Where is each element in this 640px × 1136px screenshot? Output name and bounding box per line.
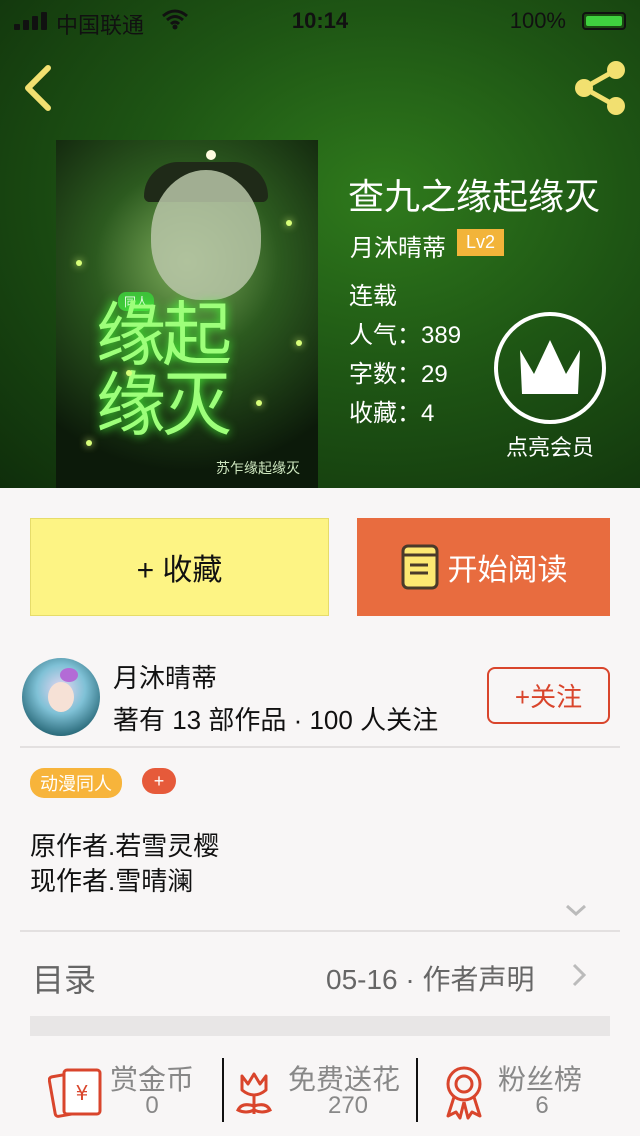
section-separator (30, 1016, 610, 1036)
book-title: 查九之缘起缘灭 (348, 176, 601, 217)
book-author[interactable]: 月沐晴蒂 (350, 228, 446, 263)
fans-ranking-button[interactable]: 粉丝榜 6 (440, 1058, 610, 1126)
reward-value: 0 (145, 1092, 159, 1119)
back-button[interactable] (18, 62, 62, 114)
favorites-value: 4 (421, 400, 435, 427)
book-favorites: 收藏：4 (349, 393, 434, 428)
book-word-count: 字数：29 (349, 354, 448, 389)
start-reading-button[interactable]: 开始阅读 (357, 518, 610, 616)
vip-button[interactable] (494, 312, 606, 424)
catalog-label[interactable]: 目录 (32, 955, 96, 1001)
author-level-badge: Lv2 (457, 229, 505, 256)
genre-tag[interactable]: 动漫同人 (30, 768, 122, 798)
flower-value: 270 (327, 1092, 369, 1119)
author-name[interactable]: 月沐晴蒂 (113, 658, 217, 695)
author-avatar[interactable] (22, 658, 100, 736)
flower-icon (235, 1072, 273, 1114)
collect-label: + 收藏 (136, 554, 223, 587)
battery-percent: 100% (509, 8, 566, 33)
follow-label: +关注 (514, 682, 583, 712)
book-status: 连载 (349, 283, 397, 310)
add-tag-button[interactable]: + (142, 768, 176, 794)
catalog-latest-chapter[interactable]: 05-16 · 作者声明 (326, 958, 535, 998)
send-flower-button[interactable]: 免费送花 270 (232, 1058, 412, 1126)
chevron-left-icon (25, 65, 51, 111)
favorites-label: 收藏： (349, 400, 421, 427)
crown-icon (520, 340, 580, 394)
divider (222, 1058, 224, 1122)
read-label: 开始阅读 (447, 554, 568, 587)
reward-coins-button[interactable]: ¥ 赏金币 0 (48, 1058, 218, 1126)
cover-title-art: 缘起 缘灭 (96, 294, 232, 446)
red-envelope-icon: ¥ (48, 1068, 102, 1118)
collect-button[interactable]: + 收藏 (30, 518, 329, 616)
author-stats: 著有 13 部作品 · 100 人关注 (113, 705, 439, 735)
fans-value: 6 (535, 1092, 549, 1119)
book-icon (401, 544, 438, 590)
popularity-value: 389 (421, 322, 462, 349)
book-popularity: 人气：389 (349, 315, 461, 350)
share-icon (575, 61, 625, 115)
award-ribbon-icon (446, 1066, 482, 1120)
popularity-label: 人气： (349, 322, 421, 349)
description-line: 现作者.雪晴澜 (30, 866, 194, 896)
expand-description-button[interactable] (564, 900, 588, 920)
book-cover[interactable]: 同人 缘起 缘灭 苏乍缘起缘灭 (56, 140, 318, 488)
description-line: 原作者.若雪灵樱 (30, 831, 220, 861)
divider (20, 746, 620, 748)
battery-icon (582, 12, 626, 30)
vip-label: 点亮会员 (505, 435, 594, 460)
svg-text:¥: ¥ (76, 1081, 89, 1105)
chevron-right-icon (572, 963, 587, 987)
follow-button[interactable]: +关注 (487, 667, 610, 724)
cover-signature-art: 苏乍缘起缘灭 (216, 460, 300, 476)
share-button[interactable] (570, 60, 630, 116)
words-value: 29 (421, 361, 448, 388)
catalog-open-button[interactable] (570, 962, 588, 988)
divider (20, 930, 620, 932)
divider (416, 1058, 418, 1122)
chevron-down-icon (566, 904, 586, 917)
book-header: 中国联通 10:14 100% 同人 缘起 缘灭 苏乍缘起缘灭 查九之缘起缘灭 … (0, 0, 640, 488)
status-bar: 中国联通 10:14 100% (0, 0, 640, 40)
words-label: 字数： (349, 361, 421, 388)
